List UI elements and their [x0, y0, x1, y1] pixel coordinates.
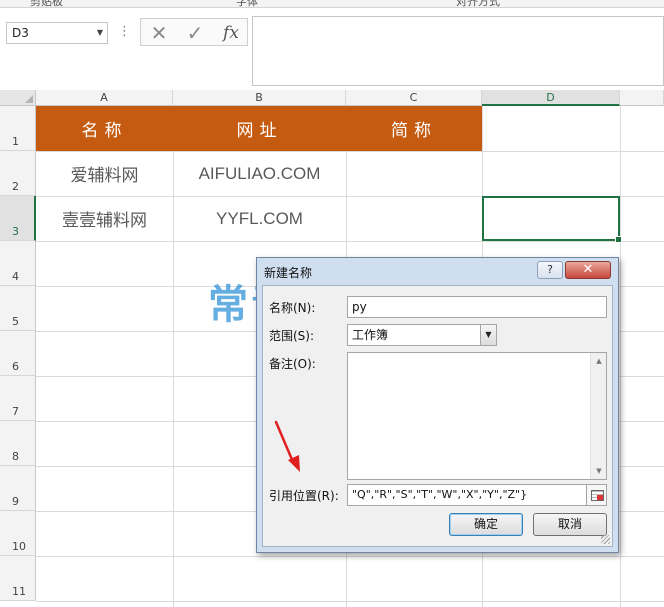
chevron-down-icon[interactable]: ▼ — [480, 325, 496, 345]
name-box-value: D3 — [12, 26, 29, 40]
refers-to-field[interactable]: "Q","R","S","T","W","X","Y","Z"} — [347, 484, 607, 506]
row-header-3[interactable]: 3 — [0, 196, 36, 241]
gridline — [620, 106, 621, 607]
ribbon-group-alignment: 对齐方式 — [456, 0, 500, 8]
row-header-2[interactable]: 2 — [0, 151, 36, 196]
row-header-5[interactable]: 5 — [0, 286, 36, 331]
excel-window: 剪贴板 字体 对齐方式 D3 ▼ ⋮ ✕ ✓ fx A B C D 1 2 3 … — [0, 0, 664, 607]
scope-label: 范围(S): — [269, 329, 315, 343]
cell-a1[interactable]: 名称 — [36, 106, 173, 151]
column-header-e[interactable] — [620, 90, 664, 106]
select-all-corner[interactable] — [0, 90, 36, 106]
ribbon-group-clipboard: 剪贴板 — [30, 0, 63, 8]
row-header-11[interactable]: 11 — [0, 556, 36, 601]
ribbon-group-labels: 剪贴板 字体 对齐方式 — [0, 0, 664, 8]
ok-button[interactable]: 确定 — [449, 513, 523, 536]
column-header-a[interactable]: A — [36, 90, 173, 106]
dialog-title: 新建名称 — [264, 266, 313, 280]
resize-grip-icon[interactable] — [601, 535, 610, 544]
help-button[interactable]: ? — [537, 261, 563, 279]
gridline — [36, 556, 664, 557]
cell-b2[interactable]: AIFULIAO.COM — [173, 151, 346, 196]
refers-to-value: "Q","R","S","T","W","X","Y","Z"} — [352, 488, 528, 501]
column-header-b[interactable]: B — [173, 90, 346, 106]
scope-value: 工作簿 — [352, 328, 389, 342]
row-header-9[interactable]: 9 — [0, 466, 36, 511]
name-box[interactable]: D3 ▼ — [6, 22, 108, 44]
close-button[interactable]: ✕ — [565, 261, 611, 279]
comment-textarea[interactable]: ▲ ▼ — [347, 352, 607, 480]
name-field[interactable]: py — [347, 296, 607, 318]
dialog-body: 名称(N): py 范围(S): 工作簿 ▼ 备注(O): ▲ ▼ 引用位置(R… — [262, 285, 613, 547]
collapse-dialog-icon[interactable] — [586, 485, 606, 505]
cell-c1[interactable]: 简称 — [346, 106, 482, 151]
enter-icon[interactable]: ✓ — [181, 21, 209, 45]
column-header-c[interactable]: C — [346, 90, 482, 106]
scroll-down-icon[interactable]: ▼ — [591, 463, 607, 479]
gridline — [36, 241, 664, 242]
name-label: 名称(N): — [269, 301, 316, 315]
row-header-4[interactable]: 4 — [0, 241, 36, 286]
row-header-7[interactable]: 7 — [0, 376, 36, 421]
comment-scrollbar[interactable]: ▲ ▼ — [590, 353, 606, 479]
cell-b1[interactable]: 网址 — [173, 106, 346, 151]
red-arrow-annotation — [274, 420, 300, 472]
refers-to-label: 引用位置(R): — [269, 489, 339, 503]
comment-label: 备注(O): — [269, 357, 316, 371]
cell-a2[interactable]: 爱辅料网 — [36, 151, 173, 196]
formula-bar: D3 ▼ ⋮ ✕ ✓ fx — [0, 8, 664, 90]
cell-a3[interactable]: 壹壹辅料网 — [36, 196, 173, 241]
row-header-6[interactable]: 6 — [0, 331, 36, 376]
selected-cell-d3[interactable] — [482, 196, 622, 243]
scroll-up-icon[interactable]: ▲ — [591, 353, 607, 369]
formula-bar-buttons: ✕ ✓ fx — [140, 18, 248, 46]
row-header-1[interactable]: 1 — [0, 106, 36, 151]
cancel-icon[interactable]: ✕ — [145, 21, 173, 45]
row-header-8[interactable]: 8 — [0, 421, 36, 466]
gridline — [36, 601, 664, 602]
new-name-dialog: 新建名称 ? ✕ 名称(N): py 范围(S): 工作簿 ▼ 备注(O): ▲… — [256, 257, 619, 553]
ribbon-group-font: 字体 — [236, 0, 258, 8]
cancel-button[interactable]: 取消 — [533, 513, 607, 536]
formula-bar-grip-icon[interactable]: ⋮ — [118, 24, 131, 39]
cell-b3[interactable]: YYFL.COM — [173, 196, 346, 241]
row-header-10[interactable]: 10 — [0, 511, 36, 556]
chevron-down-icon[interactable]: ▼ — [97, 23, 103, 43]
formula-input[interactable] — [252, 16, 664, 86]
scope-select[interactable]: 工作簿 ▼ — [347, 324, 497, 346]
insert-function-icon[interactable]: fx — [217, 21, 245, 45]
column-header-d[interactable]: D — [482, 90, 620, 106]
